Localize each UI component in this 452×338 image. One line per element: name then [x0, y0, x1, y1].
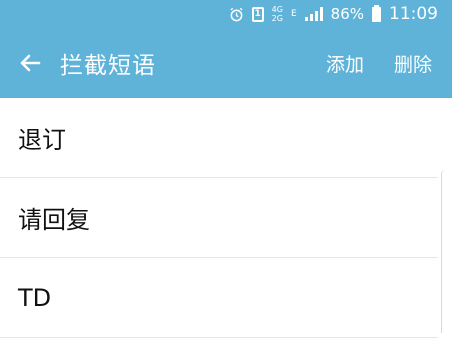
back-button[interactable]	[0, 28, 60, 98]
status-time: 11:09	[389, 4, 438, 24]
scrollbar[interactable]	[441, 170, 446, 333]
network-bottom-label: 2G	[271, 14, 283, 23]
delete-button[interactable]: 删除	[394, 50, 432, 77]
battery-icon	[372, 4, 381, 22]
back-arrow-icon	[20, 54, 41, 72]
list-item[interactable]: 请回复	[0, 178, 438, 258]
status-bar: 1 4G 2G E 86% 11:09	[0, 0, 452, 28]
phrase-text: TD	[18, 283, 52, 312]
alarm-icon	[229, 7, 244, 22]
edge-label: E	[290, 9, 297, 19]
add-button[interactable]: 添加	[326, 50, 364, 77]
app-toolbar: 拦截短语 添加 删除	[0, 28, 452, 98]
page-title: 拦截短语	[60, 53, 156, 79]
network-top-label: 4G	[271, 5, 283, 14]
list-item[interactable]: 退订	[0, 98, 438, 178]
phrase-text: 请回复	[18, 206, 90, 234]
battery-percent: 86%	[330, 5, 364, 23]
phrase-text: 退订	[18, 126, 66, 154]
list-item[interactable]: TD	[0, 258, 438, 338]
blocked-phrase-list: 退订 请回复 TD	[0, 98, 452, 338]
network-type-indicator: 4G 2G	[272, 5, 283, 23]
sim-card-icon: 1	[251, 6, 264, 22]
signal-strength-icon	[304, 7, 323, 21]
